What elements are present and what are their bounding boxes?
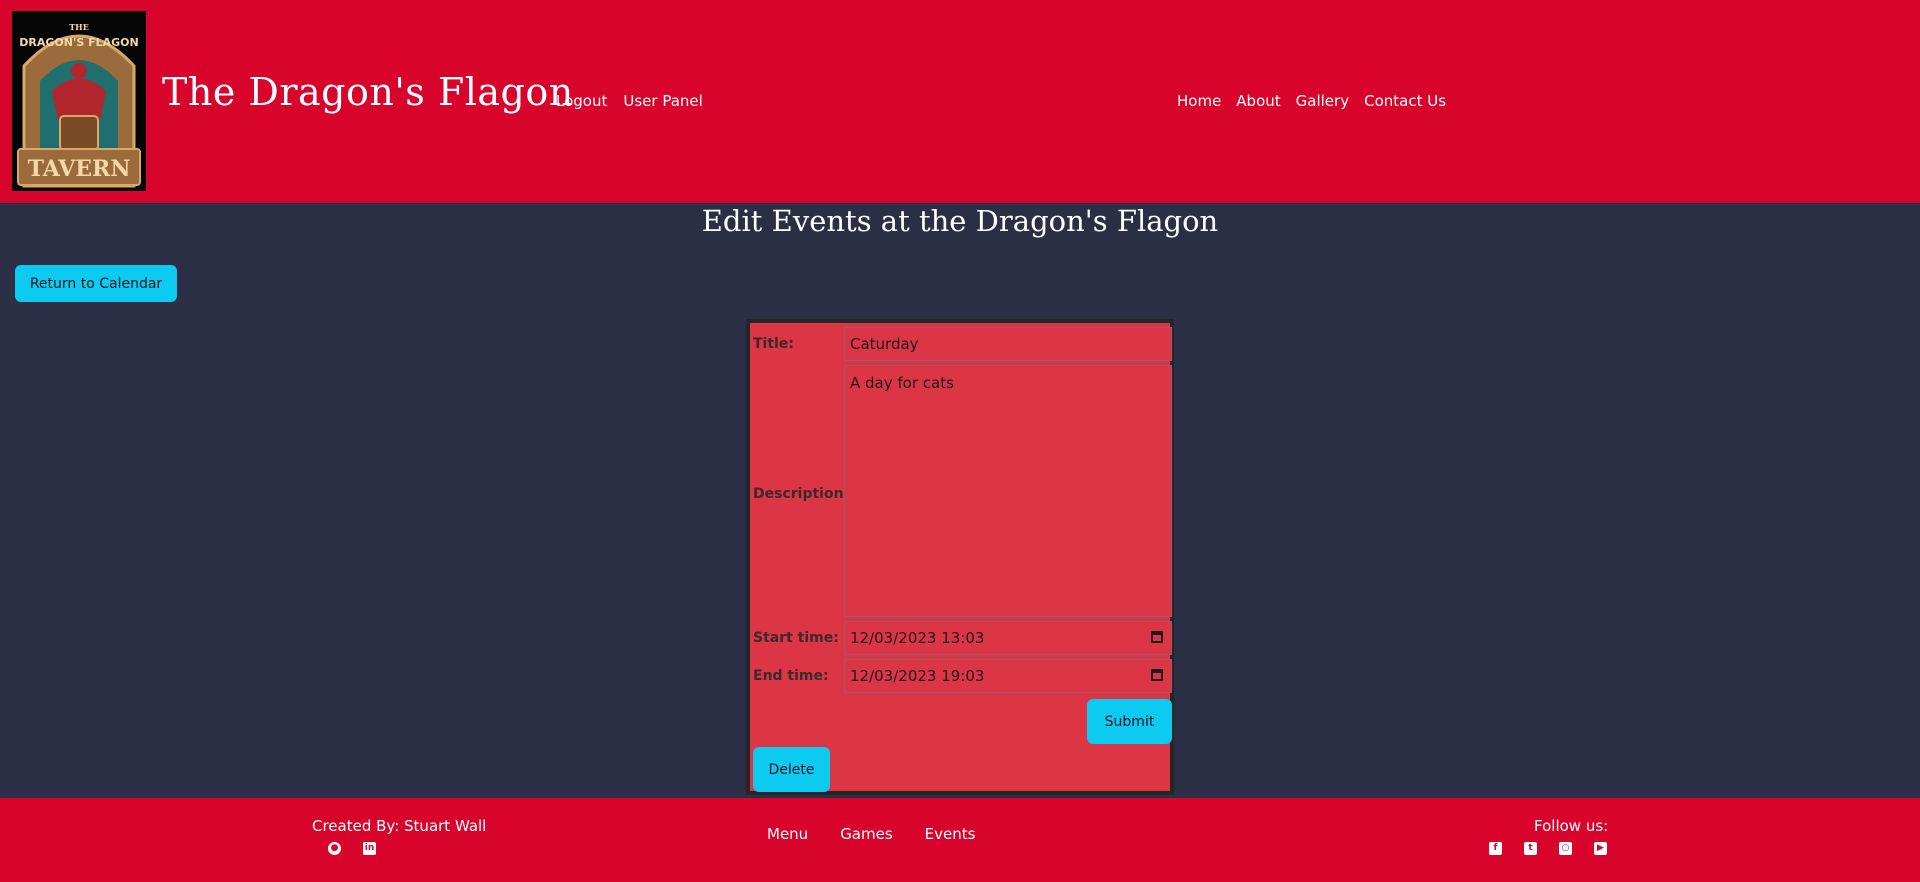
site-header: THE DRAGON'S FLAGON TAVERN The Dragon's … [0,0,1920,203]
start-time-label: Start time: [753,630,839,646]
twitter-icon[interactable]: t [1524,842,1537,855]
site-title: The Dragon's Flagon [162,70,574,114]
nav-main: Home About Gallery Contact Us [1177,92,1446,110]
title-value: Caturday [850,335,919,353]
title-label: Title: [753,336,794,352]
logo-image: THE DRAGON'S FLAGON TAVERN [17,22,141,188]
nav-logout[interactable]: Logout [556,92,607,110]
nav-gallery[interactable]: Gallery [1296,92,1349,110]
youtube-icon[interactable]: ▶ [1594,842,1607,855]
instagram-icon[interactable]: ○ [1559,842,1572,855]
title-field[interactable]: Caturday [844,327,1172,361]
submit-button[interactable]: Submit [1087,699,1172,744]
description-textarea[interactable]: A day for cats [844,365,1172,617]
footer-link-games[interactable]: Games [840,825,892,843]
nav-user-panel[interactable]: User Panel [623,92,702,110]
calendar-icon[interactable] [1151,631,1163,643]
description-value: A day for cats [850,374,954,392]
footer-link-events[interactable]: Events [925,825,976,843]
tavern-logo[interactable]: THE DRAGON'S FLAGON TAVERN [12,11,146,191]
end-time-label: End time: [753,668,829,684]
calendar-icon[interactable] [1151,669,1163,681]
return-to-calendar-button[interactable]: Return to Calendar [15,265,177,302]
svg-text:TAVERN: TAVERN [28,156,131,182]
credit-text: Created By: Stuart Wall [312,817,487,835]
start-time-value: 12/03/2023 13:03 [850,629,985,647]
nav-user: Logout User Panel [556,92,703,110]
delete-button[interactable]: Delete [753,747,830,792]
end-time-value: 12/03/2023 19:03 [850,667,985,685]
description-label: Description: [753,486,850,502]
footer-nav: Menu Games Events [767,825,975,843]
site-footer: Created By: Stuart Wall ● in Menu Games … [0,798,1920,882]
svg-text:DRAGON'S FLAGON: DRAGON'S FLAGON [19,36,138,49]
end-time-field[interactable]: 12/03/2023 19:03 [844,659,1172,693]
linkedin-icon[interactable]: in [363,842,376,855]
edit-event-form: Title: Caturday Description: A day for c… [746,319,1174,795]
github-icon[interactable]: ● [328,842,341,855]
start-time-field[interactable]: 12/03/2023 13:03 [844,621,1172,655]
follow-us-label: Follow us: [1534,817,1609,835]
nav-contact-us[interactable]: Contact Us [1364,92,1446,110]
nav-home[interactable]: Home [1177,92,1221,110]
footer-link-menu[interactable]: Menu [767,825,808,843]
page-title: Edit Events at the Dragon's Flagon [701,204,1219,238]
facebook-icon[interactable]: f [1489,842,1502,855]
svg-text:THE: THE [69,22,89,32]
nav-about[interactable]: About [1236,92,1280,110]
